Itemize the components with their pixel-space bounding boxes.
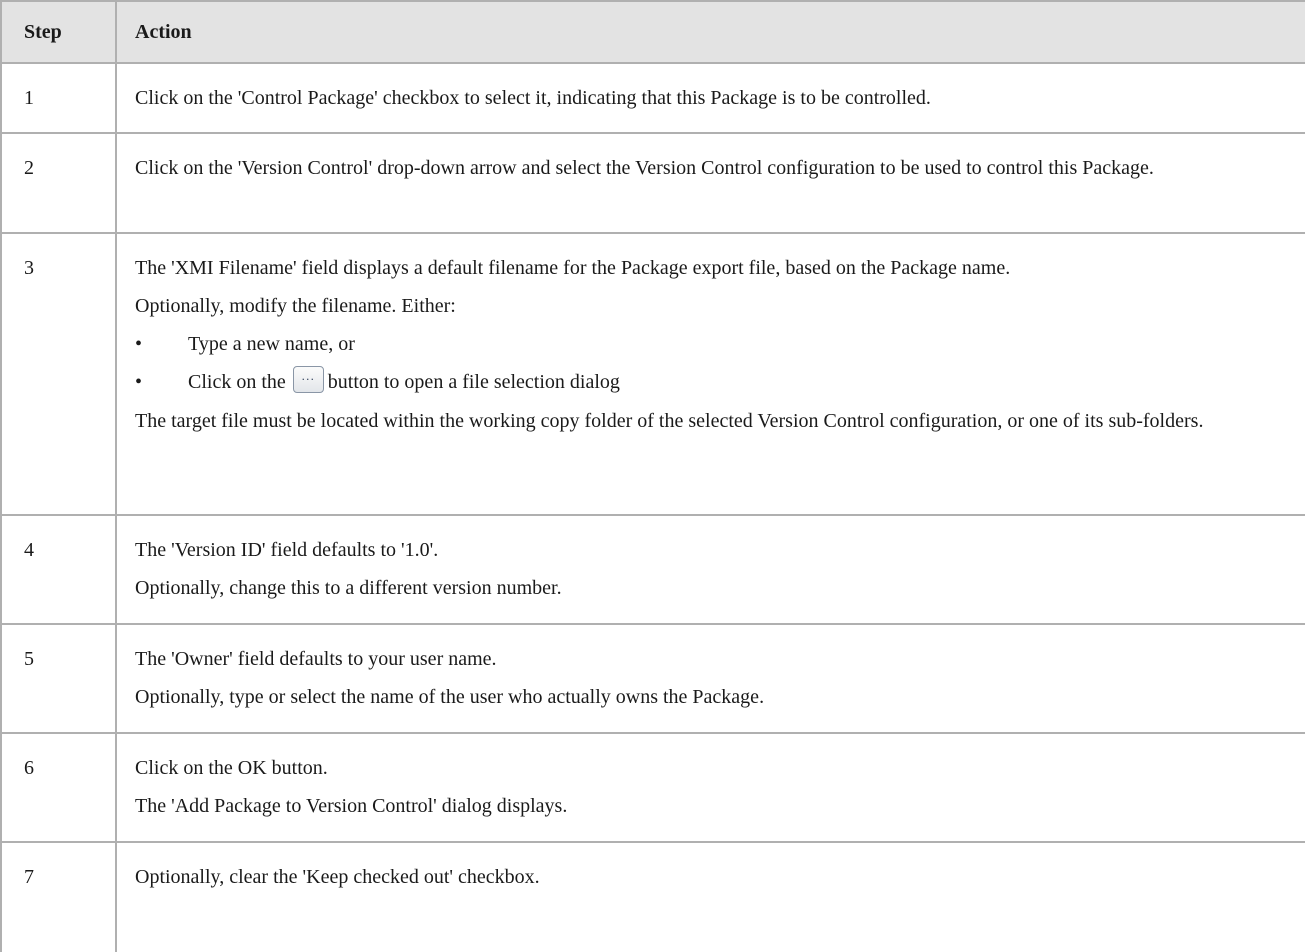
table-row: 2 Click on the 'Version Control' drop-do… — [0, 133, 1305, 234]
action-text: Click on the 'Control Package' checkbox … — [135, 87, 931, 109]
step-number: 5 — [0, 624, 116, 734]
step-number: 3 — [0, 233, 116, 516]
action-cell: Click on the 'Version Control' drop-down… — [115, 133, 1305, 234]
bullet-icon: • — [135, 371, 143, 393]
action-text: Click on the 'Version Control' drop-down… — [135, 157, 1154, 179]
action-text: The 'Owner' field defaults to your user … — [135, 648, 497, 670]
action-text: The 'Add Package to Version Control' dia… — [135, 795, 568, 817]
action-text: Optionally, modify the filename. Either: — [135, 295, 456, 317]
action-text: The 'Version ID' field defaults to '1.0'… — [135, 539, 439, 561]
action-cell: Click on the OK button. The 'Add Package… — [115, 733, 1305, 843]
action-text: Click on the OK button. — [135, 757, 328, 779]
action-cell: Click on the 'Control Package' checkbox … — [115, 63, 1305, 134]
ellipsis-icon: ... — [301, 369, 316, 383]
step-number: 6 — [0, 733, 116, 843]
table-row: 5 The 'Owner' field defaults to your use… — [0, 624, 1305, 734]
action-cell: The 'XMI Filename' field displays a defa… — [115, 233, 1305, 516]
header-action: Action — [115, 0, 1305, 64]
action-cell: The 'Version ID' field defaults to '1.0'… — [115, 515, 1305, 625]
step-number: 4 — [0, 515, 116, 625]
action-text: The target file must be located within t… — [135, 409, 1204, 432]
bullet-icon: • — [135, 333, 143, 355]
action-text: Optionally, clear the 'Keep checked out'… — [135, 866, 540, 888]
action-cell: The 'Owner' field defaults to your user … — [115, 624, 1305, 734]
bullet-text-before: Click on the — [188, 371, 286, 393]
table-row: 3 The 'XMI Filename' field displays a de… — [0, 233, 1305, 516]
browse-ellipsis-button[interactable]: ... — [292, 365, 324, 393]
step-number: 7 — [0, 842, 116, 952]
table-row: 7 Optionally, clear the 'Keep checked ou… — [0, 842, 1305, 952]
table-row: 1 Click on the 'Control Package' checkbo… — [0, 63, 1305, 134]
table-header-row: Step Action — [0, 0, 1305, 64]
step-number: 1 — [0, 63, 116, 134]
header-step: Step — [0, 0, 116, 64]
bullet-item: • Click on the ... button to open a file … — [135, 365, 1276, 397]
table-row: 6 Click on the OK button. The 'Add Packa… — [0, 733, 1305, 843]
bullet-text: Type a new name, or — [188, 333, 355, 355]
bullet-item: • Type a new name, or — [135, 330, 1276, 358]
action-text: Optionally, type or select the name of t… — [135, 686, 765, 708]
steps-table: Step Action 1 Click on the 'Control Pack… — [0, 0, 1305, 952]
bullet-text-after: button to open a file selection dialog — [327, 371, 620, 393]
action-text: The 'XMI Filename' field displays a defa… — [135, 257, 1011, 279]
step-number: 2 — [0, 133, 116, 234]
action-cell: Optionally, clear the 'Keep checked out'… — [115, 842, 1305, 952]
action-text: Optionally, change this to a different v… — [135, 577, 562, 599]
table-row: 4 The 'Version ID' field defaults to '1.… — [0, 515, 1305, 625]
